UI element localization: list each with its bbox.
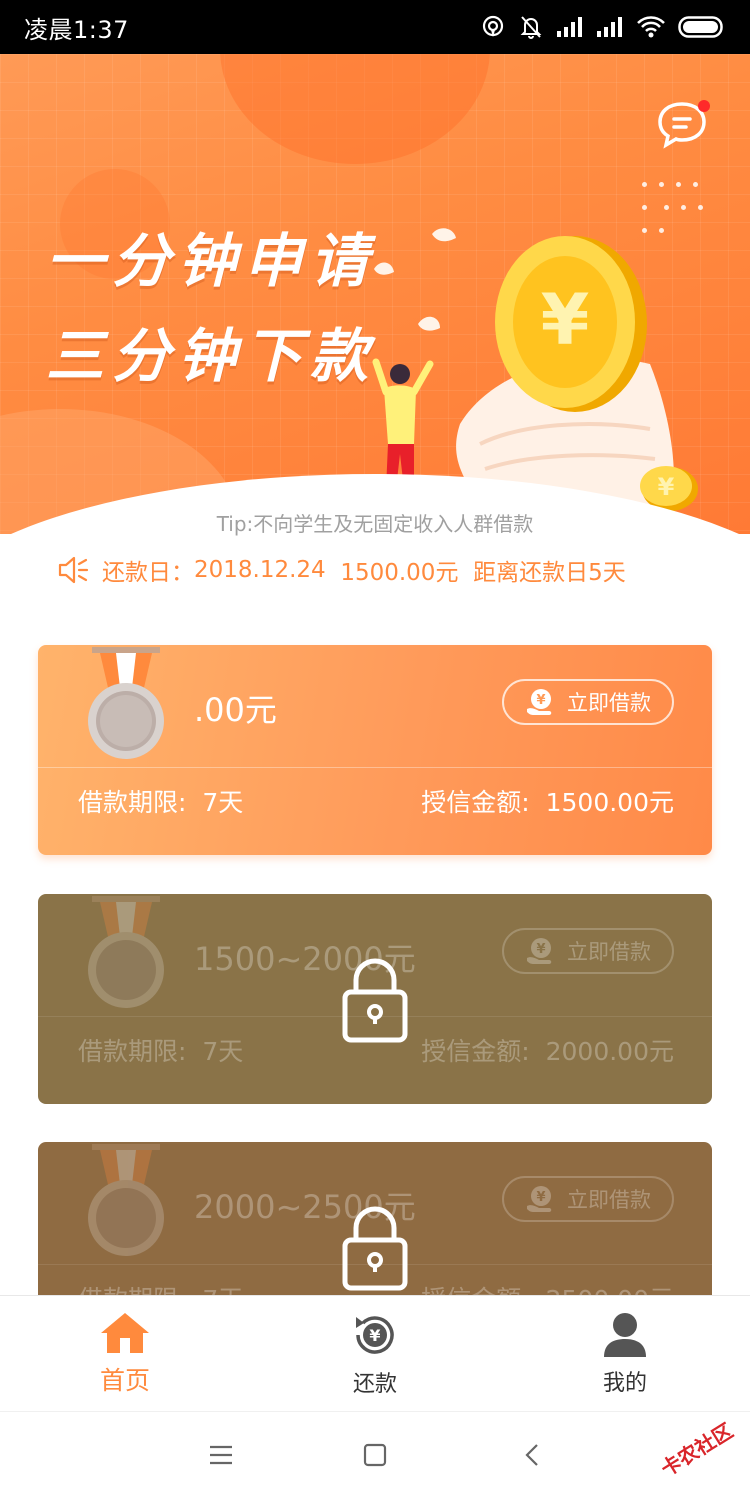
medal-icon [88, 896, 164, 1008]
repayment-notice: 还款日： 2018.12.24 1500.00元 距离还款日5天 [56, 553, 626, 587]
slogan-line-1: 一分钟申请 [46, 227, 377, 295]
card-divider [38, 767, 712, 768]
svg-text:¥: ¥ [536, 1190, 545, 1205]
watermark-text: 卡农社区 [656, 1418, 738, 1482]
status-icons [480, 14, 726, 40]
borrow-now-label: 立即借款 [567, 940, 651, 964]
back-icon[interactable] [520, 1442, 546, 1468]
status-bar: 凌晨1:37 [0, 0, 750, 54]
lock-icon [342, 1206, 408, 1291]
loan-card-locked[interactable]: 1500~2000元 ¥ 立即借款 借款期限: 7天 授信金额: 2000.00… [38, 894, 712, 1104]
card-term: 借款期限: 7天 [78, 1037, 244, 1066]
mute-bell-icon [520, 16, 542, 39]
borrow-now-button[interactable]: ¥ 立即借款 [502, 928, 674, 974]
home-square-icon[interactable] [362, 1442, 388, 1468]
notice-countdown: 距离还款日5天 [473, 560, 626, 586]
loan-card[interactable]: .00元 ¥ 立即借款 借款期限: 7天 授信金额: 1500.00元 [38, 645, 712, 855]
money-hand-icon: ¥ [527, 938, 552, 964]
borrow-now-label: 立即借款 [567, 691, 651, 715]
card-term: 借款期限: 7天 [78, 788, 244, 817]
signal-icon-2 [597, 17, 622, 37]
message-icon[interactable] [656, 98, 712, 150]
borrow-now-label: 立即借款 [567, 1188, 651, 1212]
profile-icon [604, 1312, 646, 1357]
nav-item-repay[interactable]: ¥ 还款 [250, 1296, 500, 1411]
money-hand-icon: ¥ [527, 1186, 552, 1212]
card-credit: 授信金额: 2000.00元 [421, 1037, 674, 1066]
home-icon [101, 1312, 149, 1353]
svg-text:¥: ¥ [536, 693, 545, 708]
borrow-now-button[interactable]: ¥ 立即借款 [502, 1176, 674, 1222]
nav-label-repay: 还款 [352, 1371, 397, 1397]
status-time: 凌晨1:37 [24, 15, 129, 44]
borrow-now-button[interactable]: ¥ 立即借款 [502, 679, 674, 725]
battery-icon [678, 16, 723, 38]
svg-text:¥: ¥ [658, 473, 675, 501]
slogan-line-2: 三分钟下款 [46, 322, 377, 390]
svg-text:¥: ¥ [541, 279, 590, 361]
lock-icon [342, 958, 408, 1043]
svg-text:¥: ¥ [369, 1326, 380, 1345]
notice-label: 还款日： [102, 560, 194, 586]
promo-banner[interactable]: 一分钟申请 三分钟下款 ¥ ¥ [0, 54, 750, 534]
money-hand-icon: ¥ [527, 689, 552, 715]
menu-icon[interactable] [208, 1442, 234, 1468]
nav-item-home[interactable]: 首页 [0, 1296, 250, 1411]
notice-amount: 1500.00元 [340, 560, 459, 586]
repay-icon: ¥ [356, 1315, 394, 1354]
notice-date: 2018.12.24 [194, 557, 326, 583]
system-nav-bar [0, 1411, 750, 1500]
medal-icon [88, 1144, 164, 1256]
card-credit: 授信金额: 1500.00元 [421, 788, 674, 817]
watermark: 卡农社区 [640, 1412, 740, 1488]
svg-text:¥: ¥ [536, 942, 545, 957]
bottom-nav: 首页 ¥ 还款 我的 [0, 1295, 750, 1411]
card-amount: .00元 [194, 691, 277, 729]
medal-icon [88, 647, 164, 759]
nav-label-home: 首页 [99, 1365, 150, 1395]
speaker-icon [58, 556, 89, 584]
nav-item-profile[interactable]: 我的 [500, 1296, 750, 1411]
nav-label-profile: 我的 [602, 1370, 647, 1396]
signal-icon-1 [557, 17, 582, 37]
tip-text: Tip:不向学生及无固定收入人群借款 [216, 512, 534, 536]
wifi-icon [637, 16, 665, 38]
hotspot-icon [482, 15, 504, 37]
